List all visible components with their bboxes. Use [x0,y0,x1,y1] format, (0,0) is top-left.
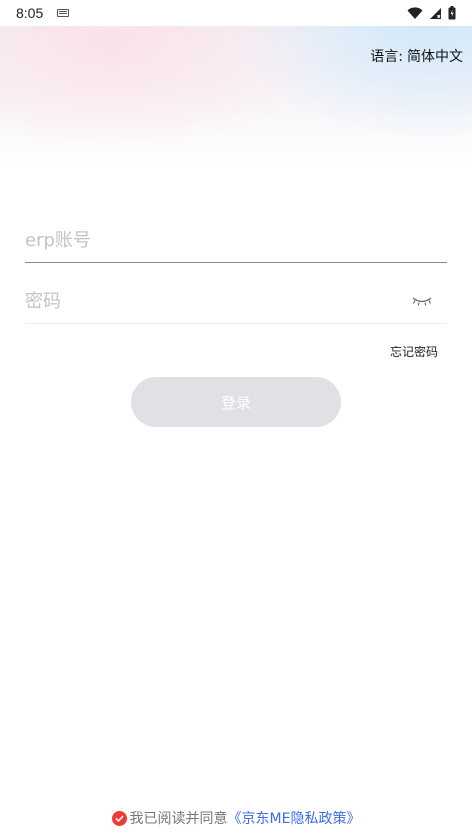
status-icons [407,6,456,20]
forgot-password-link[interactable]: 忘记密码 [390,343,438,360]
privacy-agreement: 我已阅读并同意 《京东ME隐私政策》 [0,808,472,828]
agreement-text: 我已阅读并同意 [129,811,228,827]
status-bar: 8:05 [0,0,472,26]
password-input[interactable] [25,280,447,323]
status-time: 8:05 [16,5,44,21]
wifi-icon [407,6,423,19]
login-button[interactable]: 登录 [131,377,341,427]
battery-icon [448,6,456,20]
username-input[interactable] [25,219,447,262]
eye-closed-icon[interactable] [411,295,433,307]
keyboard-icon [57,9,70,17]
password-field[interactable] [25,280,447,324]
checkbox-checked-icon[interactable] [111,810,127,826]
language-label: 语言: [370,49,403,65]
privacy-policy-link[interactable]: 《京东ME隐私政策》 [228,808,361,828]
language-selector[interactable]: 语言: 简体中文 [370,46,463,66]
username-field[interactable] [25,219,447,263]
language-value: 简体中文 [407,49,463,65]
checkmark-icon [114,814,124,822]
signal-icon [430,7,441,19]
